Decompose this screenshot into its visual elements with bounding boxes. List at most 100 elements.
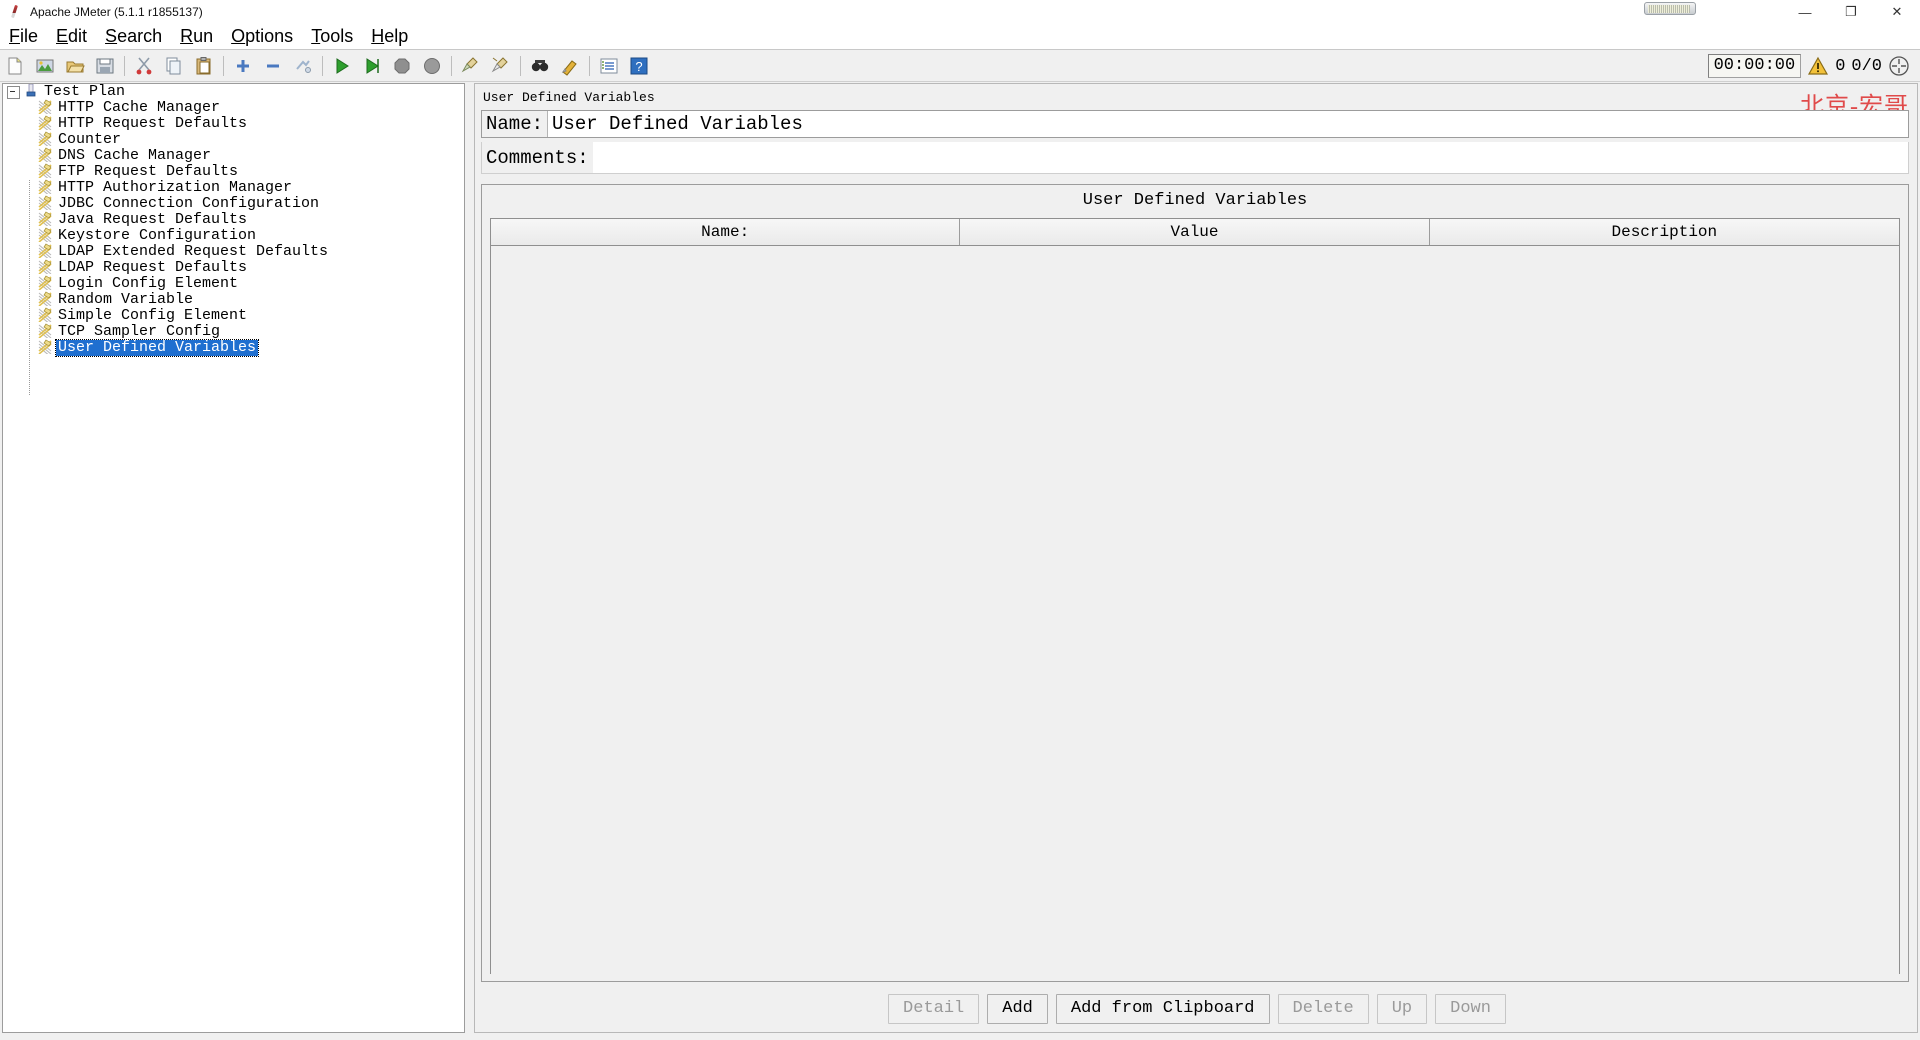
maximize-button[interactable]: ❐ — [1828, 0, 1874, 24]
tree-item-label: JDBC Connection Configuration — [58, 195, 320, 212]
tree-item-dns-cache-manager[interactable]: DNS Cache Manager — [3, 147, 464, 165]
detail-button: Detail — [888, 994, 980, 1024]
run-status-area: 00:00:00 0 0/0 — [1707, 54, 1910, 78]
start-icon[interactable] — [329, 53, 355, 79]
window-controls: — ❐ ✕ — [1782, 0, 1920, 24]
menu-tools[interactable]: Tools — [302, 26, 362, 47]
clear-all-icon[interactable] — [488, 53, 514, 79]
tree-item-label: FTP Request Defaults — [58, 163, 239, 180]
jmeter-window: Apache JMeter (5.1.1 r1855137) — ❐ ✕ Fil… — [0, 0, 1920, 1040]
toolbar: ? 00:00:00 0 0/0 — [0, 50, 1920, 82]
search-reset-icon[interactable] — [557, 53, 583, 79]
variables-table[interactable]: Name: Value Description — [490, 218, 1900, 974]
toggle-icon[interactable] — [290, 53, 316, 79]
svg-text:?: ? — [635, 59, 642, 74]
menu-file[interactable]: File — [0, 26, 47, 47]
tree-item-label: HTTP Cache Manager — [58, 99, 221, 116]
column-header-description[interactable]: Description — [1429, 219, 1899, 245]
window-title: Apache JMeter (5.1.1 r1855137) — [30, 5, 203, 19]
expand-all-icon[interactable] — [230, 53, 256, 79]
menu-bar: File Edit Search Run Options Tools Help — [0, 24, 1920, 50]
shutdown-icon[interactable] — [419, 53, 445, 79]
memory-usage-meter[interactable] — [1644, 2, 1696, 15]
tree-item-label: Simple Config Element — [58, 307, 248, 324]
add-from-clipboard-button[interactable]: Add from Clipboard — [1055, 994, 1270, 1024]
tree-item-label: LDAP Request Defaults — [58, 259, 248, 276]
tree-item-random-variable[interactable]: Random Variable — [3, 291, 464, 309]
tree-item-http-request-defaults[interactable]: HTTP Request Defaults — [3, 115, 464, 133]
tree-item-simple-config-element[interactable]: Simple Config Element — [3, 307, 464, 325]
minimize-button[interactable]: — — [1782, 0, 1828, 24]
tree-item-http-authorization-manager[interactable]: HTTP Authorization Manager — [3, 179, 464, 197]
tree-item-test-plan[interactable]: Test Plan — [3, 84, 464, 100]
warning-count: 0 — [1835, 56, 1846, 76]
menu-edit[interactable]: Edit — [47, 26, 96, 47]
function-helper-icon[interactable] — [596, 53, 622, 79]
cut-icon[interactable] — [131, 53, 157, 79]
add-button[interactable]: Add — [987, 994, 1048, 1024]
tree-item-label: Random Variable — [58, 291, 194, 308]
column-header-name[interactable]: Name: — [491, 219, 961, 245]
threads-running-count: 0/0 — [1851, 56, 1882, 76]
save-icon[interactable] — [92, 53, 118, 79]
tree-item-label: DNS Cache Manager — [58, 147, 212, 164]
tree-item-label: HTTP Authorization Manager — [58, 179, 293, 196]
jmeter-feather-icon — [8, 4, 24, 20]
variables-table-body[interactable] — [491, 246, 1899, 974]
clear-icon[interactable] — [458, 53, 484, 79]
copy-icon[interactable] — [161, 53, 187, 79]
title-bar: Apache JMeter (5.1.1 r1855137) — ❐ ✕ — [0, 0, 1920, 24]
menu-help[interactable]: Help — [362, 26, 417, 47]
test-plan-tree[interactable]: Test Plan HTTP Cache Manager HTTP Request… — [2, 83, 465, 1033]
comments-input[interactable] — [592, 142, 1908, 173]
comments-field-row: Comments: — [481, 142, 1909, 174]
tree-item-ldap-extended-request-defaults[interactable]: LDAP Extended Request Defaults — [3, 243, 464, 261]
collapse-all-icon[interactable] — [260, 53, 286, 79]
column-header-value[interactable]: Value — [960, 219, 1430, 245]
tree-item-counter[interactable]: Counter — [3, 131, 464, 149]
new-icon[interactable] — [2, 53, 28, 79]
up-button: Up — [1376, 994, 1428, 1024]
open-icon[interactable] — [62, 53, 88, 79]
tree-item-jdbc-connection-configuration[interactable]: JDBC Connection Configuration — [3, 195, 464, 213]
expander-icon[interactable] — [7, 85, 20, 99]
comments-label: Comments: — [482, 142, 593, 173]
tree-item-http-cache-manager[interactable]: HTTP Cache Manager — [3, 99, 464, 117]
tree-item-ldap-request-defaults[interactable]: LDAP Request Defaults — [3, 259, 464, 277]
tree-guide-line — [29, 180, 30, 396]
tree-item-java-request-defaults[interactable]: Java Request Defaults — [3, 211, 464, 229]
paste-icon[interactable] — [191, 53, 217, 79]
close-button[interactable]: ✕ — [1874, 0, 1920, 24]
variables-table-header: Name: Value Description — [491, 219, 1899, 246]
tree-item-ftp-request-defaults[interactable]: FTP Request Defaults — [3, 163, 464, 181]
warning-triangle-icon[interactable] — [1807, 56, 1829, 76]
tree-item-keystore-configuration[interactable]: Keystore Configuration — [3, 227, 464, 245]
stop-icon[interactable] — [389, 53, 415, 79]
variables-caption: User Defined Variables — [1082, 191, 1308, 210]
search-icon[interactable] — [527, 53, 553, 79]
element-editor-panel: User Defined Variables 北京-宏哥 Name: Comme… — [474, 83, 1918, 1033]
menu-run[interactable]: Run — [171, 26, 222, 47]
tree-item-label: LDAP Extended Request Defaults — [58, 243, 329, 260]
expand-collapse-icon[interactable] — [1888, 55, 1910, 77]
tree-item-label: User Defined Variables — [54, 339, 260, 357]
tree-item-user-defined-variables[interactable]: User Defined Variables — [3, 338, 464, 359]
name-label: Name: — [482, 111, 548, 137]
name-input[interactable] — [547, 111, 1908, 137]
table-action-buttons: Detail Add Add from Clipboard Delete Up Down — [475, 994, 1919, 1024]
down-button: Down — [1435, 994, 1506, 1024]
panel-title: User Defined Variables — [483, 90, 655, 105]
name-field-row: Name: — [481, 110, 1909, 138]
tree-item-label: Java Request Defaults — [58, 211, 248, 228]
menu-search[interactable]: Search — [96, 26, 171, 47]
menu-options[interactable]: Options — [222, 26, 302, 47]
tree-item-label: TCP Sampler Config — [58, 323, 221, 340]
templates-icon[interactable] — [32, 53, 58, 79]
tree-item-login-config-element[interactable]: Login Config Element — [3, 275, 464, 293]
tree-item-label: Keystore Configuration — [58, 227, 257, 244]
start-no-pauses-icon[interactable] — [359, 53, 385, 79]
tree-item-label: Counter — [58, 131, 122, 148]
help-icon[interactable]: ? — [626, 53, 652, 79]
config-element-icon — [37, 338, 56, 359]
tree-item-tcp-sampler-config[interactable]: TCP Sampler Config — [3, 323, 464, 341]
